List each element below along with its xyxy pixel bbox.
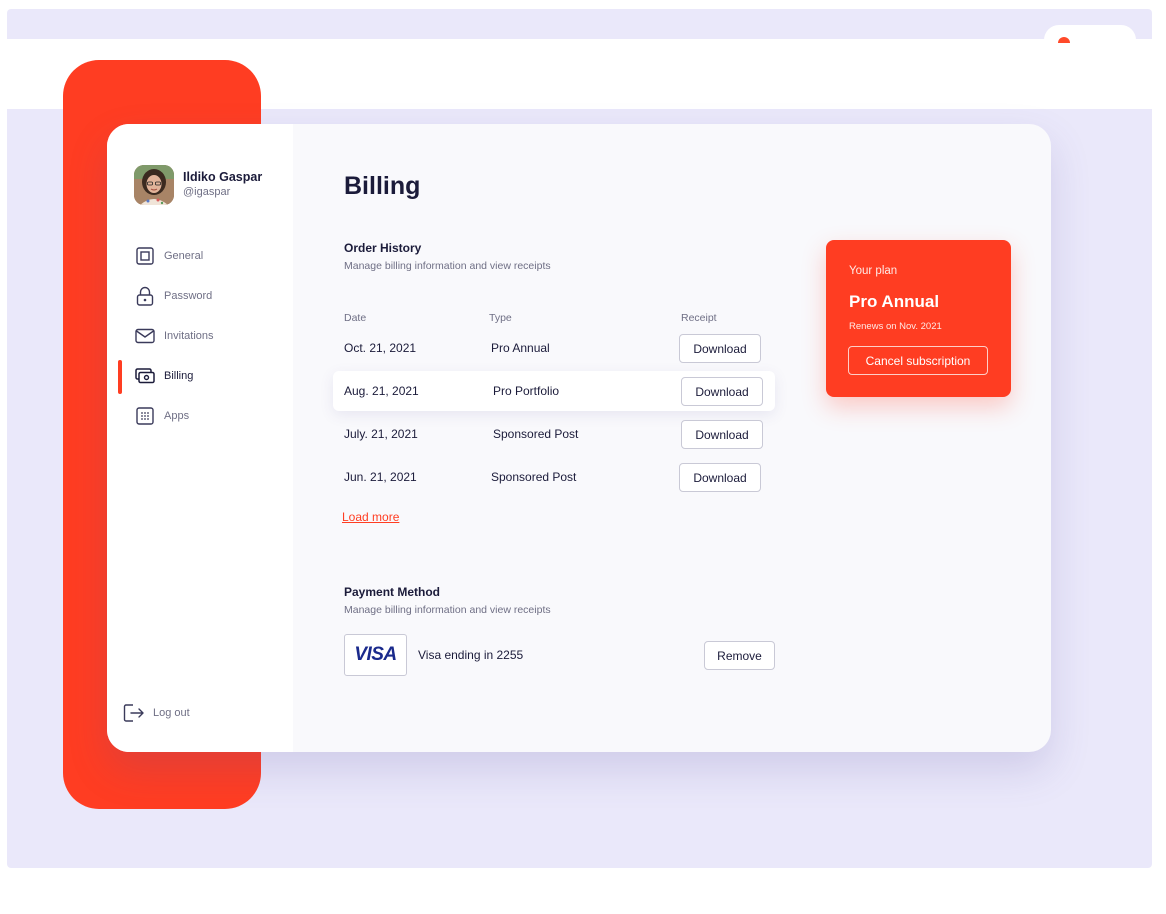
logout-button[interactable]: Log out xyxy=(123,703,190,723)
sidebar-item-label: Password xyxy=(164,290,213,302)
download-button[interactable]: Download xyxy=(679,463,761,492)
order-date: July. 21, 2021 xyxy=(344,427,418,441)
avatar-image xyxy=(134,165,174,205)
download-button[interactable]: Download xyxy=(681,377,763,406)
card-label: Visa ending in 2255 xyxy=(418,648,524,662)
order-type: Sponsored Post xyxy=(493,427,579,441)
column-header-type: Type xyxy=(489,312,512,324)
mail-icon xyxy=(135,326,155,346)
plan-card: Your plan Pro Annual Renews on Nov. 2021… xyxy=(826,240,1011,397)
logout-label: Log out xyxy=(153,707,190,719)
grid-icon xyxy=(135,406,155,426)
card-brand-logo: VISA xyxy=(344,634,407,676)
sidebar-item-label: Invitations xyxy=(164,330,214,342)
active-nav-indicator xyxy=(118,360,122,394)
column-header-receipt: Receipt xyxy=(681,312,717,324)
order-type: Pro Portfolio xyxy=(493,384,560,398)
table-row: Oct. 21, 2021 Pro Annual Download xyxy=(333,328,775,368)
sidebar-item-billing[interactable]: Billing xyxy=(135,364,285,388)
order-date: Oct. 21, 2021 xyxy=(344,341,417,355)
settings-card: Ildiko Gaspar @igaspar General Password … xyxy=(107,124,1051,752)
load-more-link[interactable]: Load more xyxy=(342,510,399,524)
plan-label: Your plan xyxy=(849,265,898,277)
avatar xyxy=(134,165,174,205)
lock-icon xyxy=(135,286,155,306)
remove-card-button[interactable]: Remove xyxy=(704,641,775,670)
order-history-title: Order History xyxy=(344,241,422,255)
sidebar-item-label: Apps xyxy=(164,410,190,422)
sidebar-item-password[interactable]: Password xyxy=(135,284,285,308)
sidebar-item-apps[interactable]: Apps xyxy=(135,404,285,428)
column-header-date: Date xyxy=(344,312,367,324)
download-button[interactable]: Download xyxy=(679,334,761,363)
logout-icon xyxy=(123,703,145,723)
plan-name: Pro Annual xyxy=(849,292,940,311)
user-name: Ildiko Gaspar xyxy=(183,170,263,184)
plan-renewal: Renews on Nov. 2021 xyxy=(849,321,942,332)
table-row: Aug. 21, 2021 Pro Portfolio Download xyxy=(333,371,775,411)
sidebar-item-label: General xyxy=(164,250,204,262)
square-icon xyxy=(135,246,155,266)
order-type: Pro Annual xyxy=(491,341,550,355)
sidebar-item-label: Billing xyxy=(164,370,194,382)
cancel-subscription-button[interactable]: Cancel subscription xyxy=(848,346,988,375)
visa-icon: VISA xyxy=(354,644,397,665)
order-date: Jun. 21, 2021 xyxy=(344,470,417,484)
notification-dot xyxy=(1058,37,1070,43)
sidebar: Ildiko Gaspar @igaspar General Password … xyxy=(107,124,293,752)
payment-method-subtitle: Manage billing information and view rece… xyxy=(344,604,551,616)
table-row: Jun. 21, 2021 Sponsored Post Download xyxy=(333,457,775,497)
order-history-subtitle: Manage billing information and view rece… xyxy=(344,260,551,272)
download-button[interactable]: Download xyxy=(681,420,763,449)
order-date: Aug. 21, 2021 xyxy=(344,384,419,398)
table-row: July. 21, 2021 Sponsored Post Download xyxy=(333,414,775,454)
sidebar-item-invitations[interactable]: Invitations xyxy=(135,324,285,348)
user-handle: @igaspar xyxy=(183,186,231,198)
cash-icon xyxy=(135,366,155,386)
payment-method-title: Payment Method xyxy=(344,585,441,599)
sidebar-item-general[interactable]: General xyxy=(135,244,285,268)
page-title: Billing xyxy=(344,172,421,200)
order-type: Sponsored Post xyxy=(491,470,577,484)
